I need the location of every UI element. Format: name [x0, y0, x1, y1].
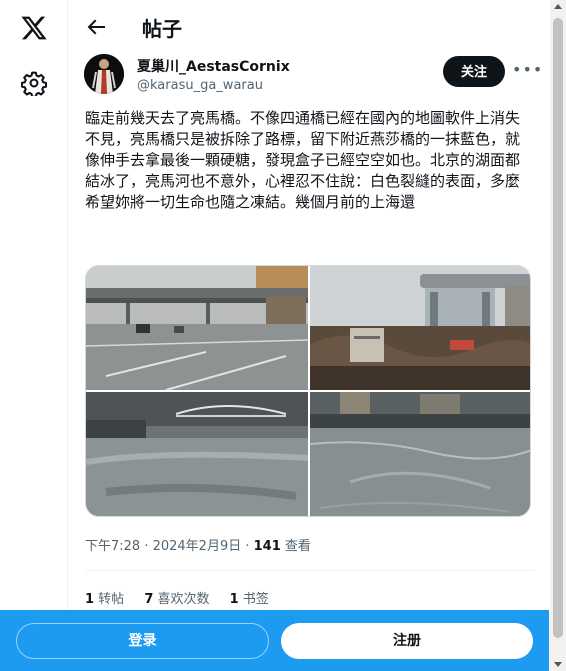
tweet-media-grid	[85, 265, 531, 517]
tweet-timestamp[interactable]: 下午7:28 · 2024年2月9日 · 141 查看	[85, 535, 311, 554]
scrollbar-thumb[interactable]	[553, 18, 563, 638]
photo-road-overpass[interactable]	[86, 266, 308, 390]
reposts-label: 转帖	[94, 592, 125, 607]
scroll-up-icon[interactable]	[554, 4, 562, 9]
page-header: 帖子	[68, 0, 550, 54]
author-handle[interactable]: @karasu_ga_warau	[137, 78, 263, 93]
left-nav-rail	[0, 0, 68, 671]
page-title: 帖子	[142, 17, 182, 41]
bookmarks-count: 1	[229, 592, 239, 607]
views-count: 141	[253, 539, 281, 554]
login-button[interactable]: 登录	[16, 623, 269, 659]
author-name[interactable]: 夏巢川_AestasCornix	[137, 56, 290, 76]
avatar-figure-image	[84, 54, 124, 94]
scrollbar[interactable]	[550, 0, 566, 671]
signup-button[interactable]: 注册	[281, 623, 533, 659]
likes-label: 喜欢次数	[153, 592, 210, 607]
back-arrow-icon[interactable]	[84, 15, 108, 39]
photo-frozen-river-surface[interactable]	[310, 392, 531, 517]
views-label: 查看	[280, 539, 311, 554]
avatar[interactable]	[84, 54, 124, 94]
scroll-down-icon[interactable]	[554, 662, 562, 667]
bookmarks-label: 书签	[238, 592, 269, 607]
reposts-stat[interactable]: 1 转帖	[85, 592, 124, 607]
gear-icon[interactable]	[21, 70, 47, 96]
tweet-text: 臨走前幾天去了亮馬橋。不像四通橋已經在國內的地圖軟件上消失不見，亮馬橋只是被拆除…	[85, 109, 521, 211]
signup-banner: 登录 注册	[0, 610, 549, 671]
main-column: 帖子 夏巢川_AestasCornix @karasu_ga_warau 关注 …	[68, 0, 550, 671]
photo-pavilion-stone[interactable]	[310, 266, 531, 390]
photo-frozen-river-bridge[interactable]	[86, 392, 308, 517]
bookmarks-stat[interactable]: 1 书签	[230, 592, 269, 607]
divider	[85, 570, 534, 571]
follow-button[interactable]: 关注	[443, 56, 505, 87]
likes-stat[interactable]: 7 喜欢次数	[144, 592, 209, 607]
reposts-count: 1	[85, 592, 95, 607]
tweet-stats: 1 转帖 7 喜欢次数 1 书签	[85, 588, 285, 607]
x-logo-icon[interactable]	[20, 14, 48, 42]
more-options-icon[interactable]: •••	[512, 58, 542, 84]
tweet-time: 下午7:28 · 2024年2月9日 ·	[85, 539, 254, 554]
